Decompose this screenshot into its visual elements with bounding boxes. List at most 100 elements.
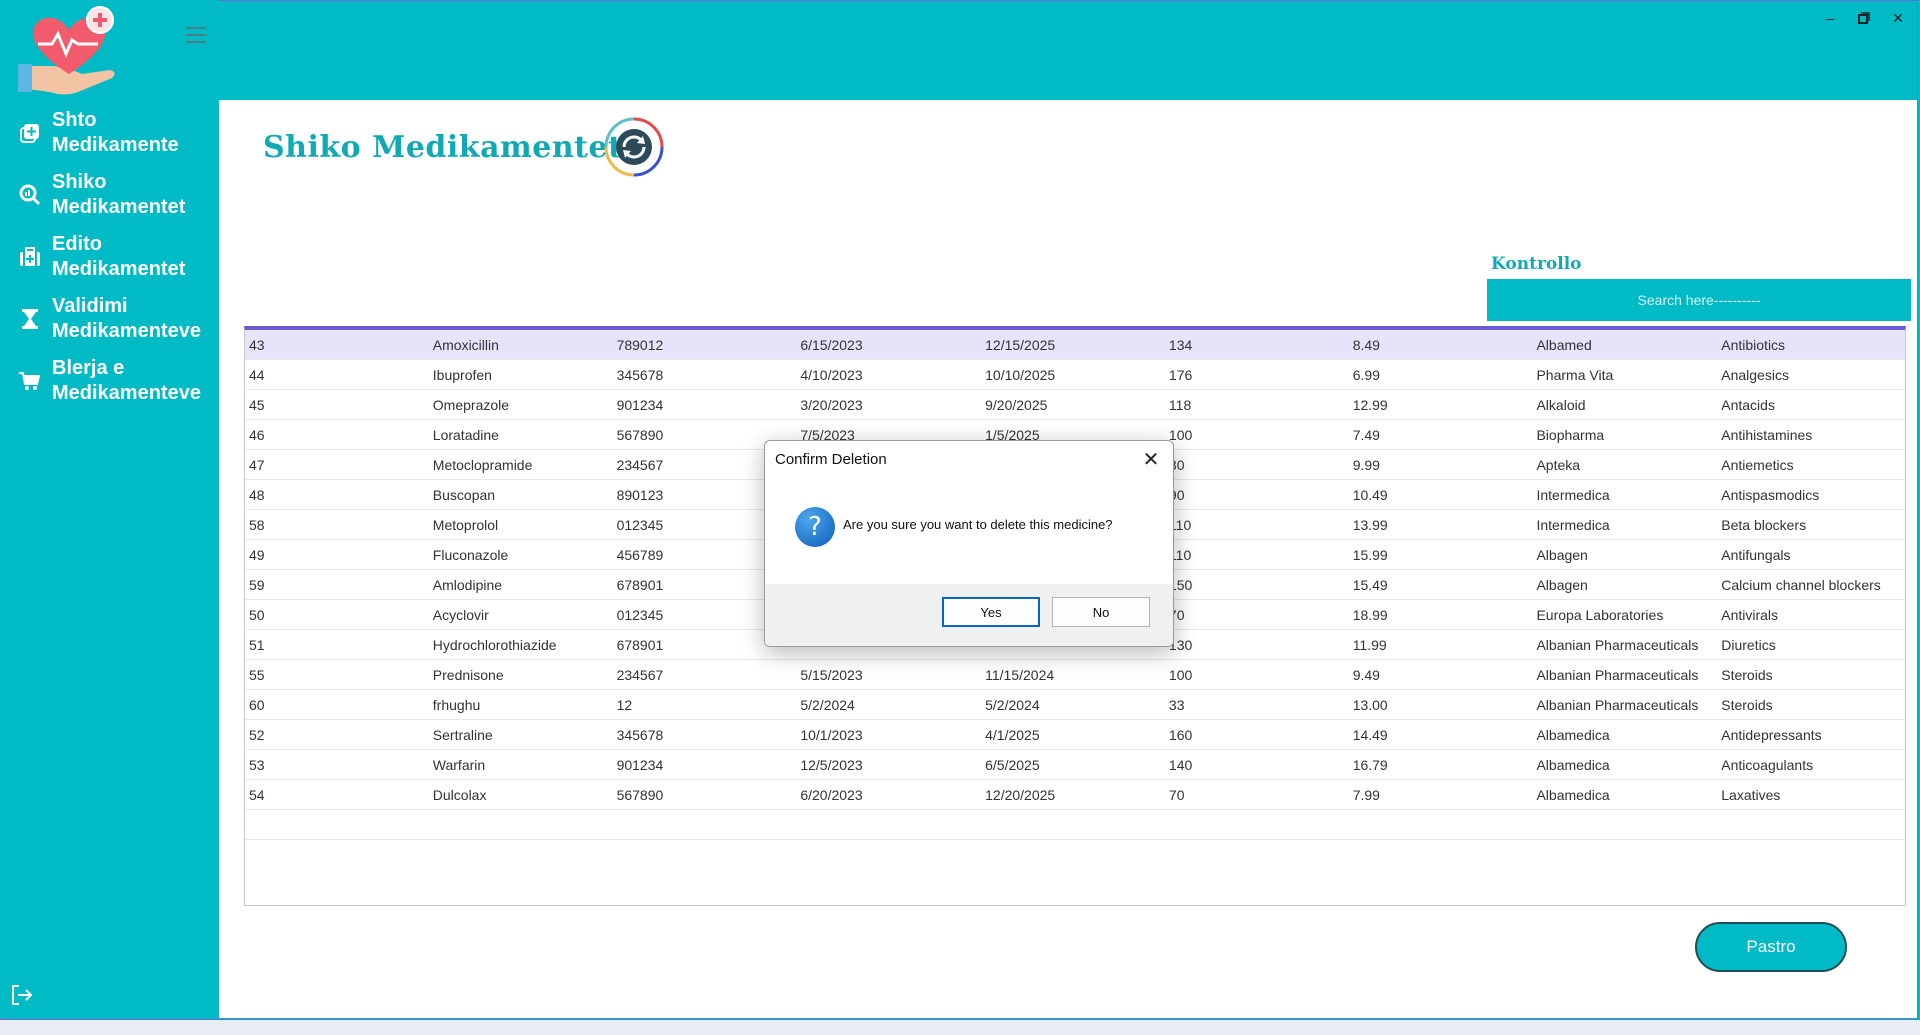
table-cell: 14.49 — [1352, 726, 1388, 743]
close-icon[interactable]: ✕ — [1141, 447, 1161, 472]
table-cell: Dulcolax — [432, 786, 487, 803]
nav-label-line1: Blerja e — [52, 357, 125, 379]
medical-kit-icon — [16, 243, 44, 271]
table-cell: 5/2/2024 — [800, 696, 855, 713]
table-cell: 140 — [1168, 756, 1193, 773]
table-cell: 345678 — [616, 366, 664, 383]
table-cell: 58 — [249, 516, 265, 533]
table-cell: 789012 — [616, 336, 664, 353]
table-cell: 51 — [249, 636, 265, 653]
table-row[interactable]: 45 Omeprazole 901234 3/20/2023 9/20/2025 118 1… — [245, 390, 1905, 420]
table-cell: Loratadine — [432, 426, 499, 443]
table-cell: Sertraline — [432, 726, 493, 743]
search-label: Kontrollo — [1491, 254, 1582, 274]
table-cell: Biopharma — [1536, 426, 1605, 443]
table-cell: 47 — [249, 456, 265, 473]
table-cell: 48 — [249, 486, 265, 503]
table-cell: 53 — [249, 756, 265, 773]
table-cell: 130 — [1168, 636, 1193, 653]
table-cell: Beta blockers — [1721, 516, 1807, 533]
table-cell: 55 — [249, 666, 265, 683]
table-cell: 7.99 — [1352, 786, 1380, 803]
nav-label-line1: Edito — [52, 233, 102, 255]
table-cell: 345678 — [616, 726, 664, 743]
table-row[interactable]: 52 Sertraline 345678 10/1/2023 4/1/2025 160 14… — [245, 720, 1905, 750]
table-row-empty — [245, 810, 1905, 840]
table-cell: Apteka — [1536, 456, 1581, 473]
nav-label-line2: Medikamente — [52, 134, 179, 156]
table-cell: 43 — [249, 336, 265, 353]
table-cell: 90 — [1168, 486, 1185, 503]
nav-label-line2: Medikamenteve — [52, 382, 201, 404]
search-chart-icon — [16, 181, 44, 209]
minimize-button[interactable]: – — [1820, 8, 1840, 28]
table-row[interactable]: 43 Amoxicillin 789012 6/15/2023 12/15/2025 13… — [245, 330, 1905, 360]
table-cell: 12/15/2025 — [985, 336, 1056, 353]
table-cell: 44 — [249, 366, 265, 383]
dialog-message: Are you sure you want to delete this med… — [843, 517, 1113, 532]
table-cell: 4/1/2025 — [985, 726, 1040, 743]
no-button[interactable]: No — [1052, 597, 1150, 627]
nav-shiko-medikamentet[interactable]: Shiko Medikamentet — [16, 170, 222, 220]
table-cell: 70 — [1168, 786, 1185, 803]
table-cell: Metoprolol — [432, 516, 499, 533]
table-cell: Ibuprofen — [432, 366, 492, 383]
table-row[interactable]: 55 Prednisone 234567 5/15/2023 11/15/2024 100… — [245, 660, 1905, 690]
table-cell: 5/2/2024 — [985, 696, 1040, 713]
table-cell: 150 — [1168, 576, 1193, 593]
nav-label-line1: Validimi — [52, 295, 128, 317]
table-cell: 9.49 — [1352, 666, 1380, 683]
table-cell: 12/20/2025 — [985, 786, 1056, 803]
nav-edito-medikamentet[interactable]: Edito Medikamentet — [16, 232, 222, 282]
clear-button[interactable]: Pastro — [1695, 922, 1847, 972]
logout-icon[interactable] — [10, 984, 34, 1006]
table-cell: 12 — [616, 696, 633, 713]
table-cell: 6/20/2023 — [800, 786, 863, 803]
table-cell: 4/10/2023 — [800, 366, 863, 383]
restore-button[interactable] — [1854, 8, 1874, 28]
table-row[interactable]: 53 Warfarin 901234 12/5/2023 6/5/2025 140 16.7… — [245, 750, 1905, 780]
table-row[interactable]: 54 Dulcolax 567890 6/20/2023 12/20/2025 70 7.9… — [245, 780, 1905, 810]
table-cell: 10/10/2025 — [985, 366, 1056, 383]
table-cell: 134 — [1168, 336, 1193, 353]
table-cell: Albanian Pharmaceuticals — [1536, 636, 1699, 653]
search-input[interactable] — [1487, 279, 1911, 321]
table-cell: 100 — [1168, 426, 1193, 443]
table-cell: 118 — [1168, 396, 1192, 413]
table-cell: 52 — [249, 726, 265, 743]
nav-shto-medikamente[interactable]: Shto Medikamente — [16, 108, 222, 158]
table-cell: Pharma Vita — [1536, 366, 1614, 383]
table-cell: 110 — [1168, 546, 1192, 563]
table-row[interactable]: 44 Ibuprofen 345678 4/10/2023 10/10/2025 176 6… — [245, 360, 1905, 390]
nav-label-line1: Shiko — [52, 171, 107, 193]
table-cell: Fluconazole — [432, 546, 509, 563]
table-cell: 59 — [249, 576, 265, 593]
close-window-button[interactable]: ✕ — [1888, 8, 1908, 28]
table-row[interactable]: 60 frhughu 12 5/2/2024 5/2/2024 33 13.00 Albani… — [245, 690, 1905, 720]
refresh-icon[interactable] — [601, 114, 667, 180]
table-cell: Antihistamines — [1721, 426, 1813, 443]
nav-validimi-medikamenteve[interactable]: Validimi Medikamenteve — [16, 294, 222, 344]
table-cell: Buscopan — [432, 486, 496, 503]
table-cell: 9.99 — [1352, 456, 1380, 473]
table-cell: Laxatives — [1721, 786, 1781, 803]
table-cell: 16.79 — [1352, 756, 1388, 773]
page-title: Shiko Medikamentet — [263, 130, 623, 165]
add-medicine-icon — [16, 119, 44, 147]
nav-label-line2: Medikamentet — [52, 258, 186, 280]
menu-toggle-button[interactable] — [186, 27, 206, 45]
table-cell: Steroids — [1721, 696, 1773, 713]
table-cell: Antispasmodics — [1721, 486, 1820, 503]
cart-icon — [16, 367, 44, 395]
yes-button[interactable]: Yes — [942, 597, 1040, 627]
table-cell: 100 — [1168, 666, 1193, 683]
table-cell: 8.49 — [1352, 336, 1380, 353]
table-cell: Albamedica — [1536, 786, 1610, 803]
table-cell: Metoclopramide — [432, 456, 533, 473]
nav-blerja-medikamenteve[interactable]: Blerja e Medikamenteve — [16, 356, 222, 406]
table-cell: 6.99 — [1352, 366, 1380, 383]
nav-label-line2: Medikamenteve — [52, 320, 201, 342]
table-cell: Europa Laboratories — [1536, 606, 1664, 623]
table-cell: Hydrochlorothiazide — [432, 636, 557, 653]
table-cell: 9/20/2025 — [985, 396, 1048, 413]
